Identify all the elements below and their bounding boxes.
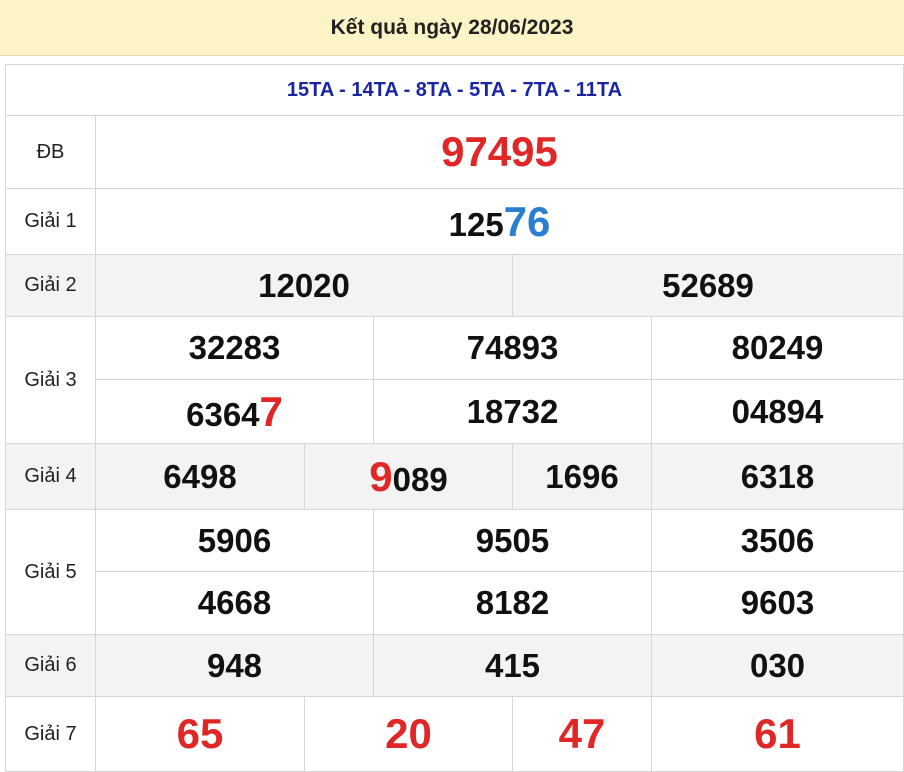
lottery-results-table: 15TA - 14TA - 8TA - 5TA - 7TA - 11TA ĐB … <box>5 64 904 772</box>
prize-6-value-2: 415 <box>373 634 652 697</box>
prize-3-value-5: 18732 <box>373 379 652 444</box>
prize-5-value-1: 5906 <box>95 509 374 572</box>
prize-db-row: ĐB 97495 <box>5 115 904 189</box>
prize-4-value-4: 6318 <box>651 443 904 510</box>
prize-1-highlight: 76 <box>503 197 551 245</box>
prize-label-6: Giải 6 <box>5 634 96 697</box>
prize-label-db: ĐB <box>5 115 96 189</box>
prize-1-value: 12576 <box>95 188 904 255</box>
prize-3-value-4-plain: 6364 <box>186 395 260 433</box>
prize-4-value-1: 6498 <box>95 443 305 510</box>
prize-db-value: 97495 <box>95 115 904 189</box>
prize-6-value-1: 948 <box>95 634 374 697</box>
prize-4-value-2-plain: 089 <box>392 460 448 498</box>
prize-7-value-4: 61 <box>651 696 904 772</box>
prize-7-value-1: 65 <box>95 696 305 772</box>
prize-4-value-2: 9089 <box>304 443 513 510</box>
prize-7-value-3: 47 <box>512 696 652 772</box>
prize-label-1: Giải 1 <box>5 188 96 255</box>
prize-6-value-3: 030 <box>651 634 904 697</box>
prize-label-2: Giải 2 <box>5 254 96 317</box>
prize-label-4: Giải 4 <box>5 443 96 510</box>
prize-5-value-5: 8182 <box>373 571 652 635</box>
prize-4-value-3: 1696 <box>512 443 652 510</box>
result-date-header: Kết quả ngày 28/06/2023 <box>0 0 904 56</box>
prize-3-value-4: 63647 <box>95 379 374 444</box>
prize-6-row: Giải 6 948 415 030 <box>5 634 904 697</box>
prize-3-value-3: 80249 <box>651 316 904 380</box>
prize-5-value-2: 9505 <box>373 509 652 572</box>
result-date-title: Kết quả ngày 28/06/2023 <box>330 15 574 39</box>
prize-5-value-4: 4668 <box>95 571 374 635</box>
prize-5-row-1: Giải 5 5906 9505 3506 <box>5 509 904 635</box>
prize-3-row-2: 63647 18732 04894 <box>6 379 904 444</box>
prize-5-row-2: 4668 8182 9603 <box>6 571 904 635</box>
prize-label-5: Giải 5 <box>5 509 96 635</box>
prize-3-row-1: Giải 3 32283 74893 80249 <box>5 316 904 444</box>
prize-1-plain: 125 <box>448 205 504 243</box>
prize-1-row: Giải 1 12576 <box>5 188 904 255</box>
prize-7-row: Giải 7 65 20 47 61 <box>5 696 904 772</box>
prize-4-row: Giải 4 6498 9089 1696 6318 <box>5 443 904 510</box>
prize-2-value-1: 12020 <box>95 254 513 317</box>
prize-3-value-2: 74893 <box>373 316 652 380</box>
prize-2-row: Giải 2 12020 52689 <box>5 254 904 317</box>
prize-label-3: Giải 3 <box>5 316 96 444</box>
prize-3-value-1: 32283 <box>95 316 374 380</box>
prize-3-value-4-highlight: 7 <box>259 387 283 435</box>
prize-label-7: Giải 7 <box>5 696 96 772</box>
prize-2-value-2: 52689 <box>512 254 904 317</box>
prize-5-value-3: 3506 <box>651 509 904 572</box>
draw-codes: 15TA - 14TA - 8TA - 5TA - 7TA - 11TA <box>5 64 904 116</box>
prize-4-value-2-highlight: 9 <box>369 452 393 500</box>
codes-row: 15TA - 14TA - 8TA - 5TA - 7TA - 11TA <box>5 64 904 116</box>
prize-5-value-6: 9603 <box>651 571 904 635</box>
prize-7-value-2: 20 <box>304 696 513 772</box>
prize-3-value-6: 04894 <box>651 379 904 444</box>
